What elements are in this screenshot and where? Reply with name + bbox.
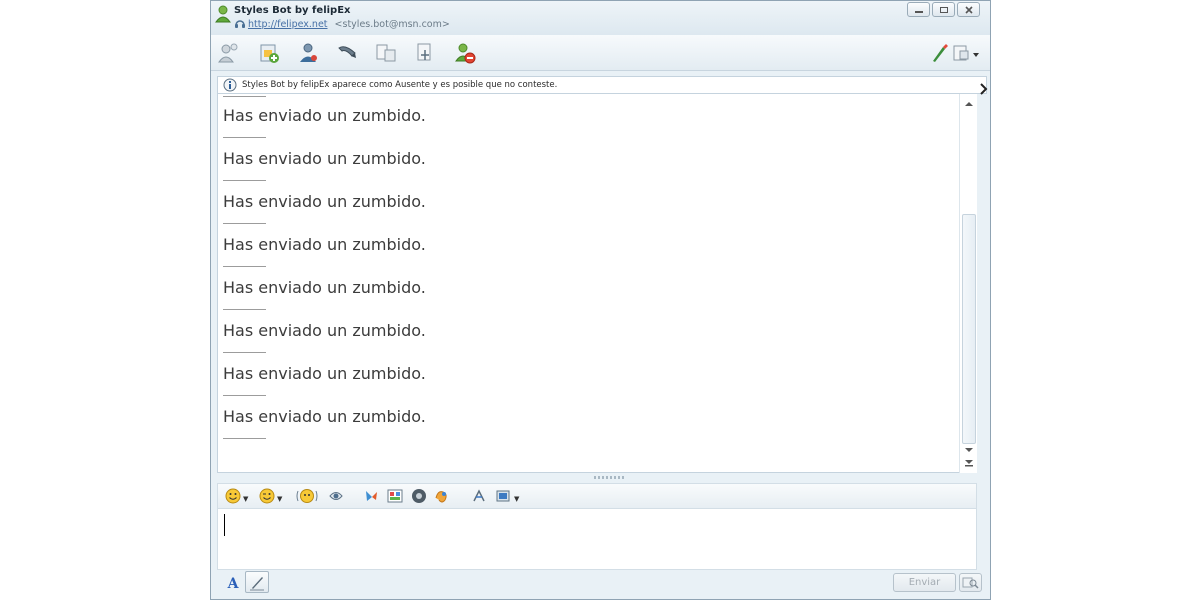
chat-window: Styles Bot by felipEx http://felipex.net… — [210, 0, 991, 600]
message-separator — [223, 137, 266, 138]
expand-sidebar-button[interactable] — [979, 81, 991, 101]
image-icon[interactable] — [496, 488, 512, 504]
message-separator — [223, 180, 266, 181]
maximize-button[interactable] — [932, 2, 955, 17]
contact-subtitle: http://felipex.net <styles.bot@msn.com> — [234, 19, 450, 30]
contact-status-icon — [215, 5, 231, 23]
share-folders-icon[interactable] — [374, 41, 398, 65]
conversation-toolbar — [211, 35, 990, 71]
list-item: Has enviado un zumbido. — [223, 106, 426, 125]
format-toolbar: ▼ ▼ ▼ — [217, 483, 977, 508]
maximize-icon — [939, 6, 948, 13]
game-icon[interactable] — [411, 488, 427, 504]
handwriting-icon[interactable] — [434, 488, 450, 504]
block-icon[interactable] — [453, 41, 477, 65]
infobar-text: Styles Bot by felipEx aparece como Ausen… — [242, 80, 558, 90]
minimize-button[interactable] — [907, 2, 930, 17]
video-call-icon[interactable] — [296, 41, 320, 65]
pen-icon — [250, 577, 264, 591]
gift-icon[interactable] — [363, 488, 379, 504]
handwriting-mode-button[interactable] — [245, 571, 269, 593]
emoticon-dropdown-icon[interactable]: ▼ — [243, 495, 248, 503]
input-bottom-bar: A Enviar — [217, 571, 987, 599]
font-button[interactable]: A — [223, 574, 243, 594]
display-options-icon[interactable] — [951, 41, 981, 65]
font-icon[interactable] — [471, 488, 487, 504]
history-scrollbar[interactable] — [959, 94, 977, 473]
activities-icon[interactable] — [413, 41, 437, 65]
wink-icon[interactable] — [259, 488, 275, 504]
message-separator — [223, 395, 266, 396]
wink-dropdown-icon[interactable]: ▼ — [277, 495, 282, 503]
voice-clip-icon[interactable] — [328, 488, 344, 504]
scroll-end-icon[interactable] — [964, 459, 974, 467]
conversation-history: Has enviado un zumbido. Has enviado un z… — [217, 94, 977, 473]
headset-icon — [235, 20, 245, 28]
list-item: Has enviado un zumbido. — [223, 407, 426, 426]
nudge-icon[interactable] — [296, 488, 318, 504]
search-icon — [962, 577, 979, 589]
list-item: Has enviado un zumbido. — [223, 192, 426, 211]
message-input[interactable] — [217, 508, 977, 570]
message-separator — [223, 352, 266, 353]
info-icon — [223, 78, 237, 92]
message-separator — [223, 266, 266, 267]
close-button[interactable] — [957, 2, 980, 17]
message-separator — [223, 438, 266, 439]
status-infobar: Styles Bot by felipEx aparece como Ausen… — [217, 76, 987, 94]
list-item: Has enviado un zumbido. — [223, 364, 426, 383]
emoticon-icon[interactable] — [225, 488, 241, 504]
window-title: Styles Bot by felipEx — [234, 5, 351, 16]
message-separator — [223, 309, 266, 310]
paint-icon[interactable] — [927, 41, 951, 65]
chevron-right-icon — [980, 83, 988, 95]
call-icon[interactable] — [335, 41, 359, 65]
contact-email: <styles.bot@msn.com> — [334, 19, 450, 30]
list-item: Has enviado un zumbido. — [223, 321, 426, 340]
send-files-icon[interactable] — [257, 41, 281, 65]
list-item: Has enviado un zumbido. — [223, 278, 426, 297]
contact-link[interactable]: http://felipex.net — [248, 19, 328, 30]
message-separator — [223, 96, 266, 97]
scroll-up-icon[interactable] — [964, 100, 974, 108]
background-icon[interactable] — [387, 488, 403, 504]
title-bar: Styles Bot by felipEx http://felipex.net… — [211, 1, 990, 35]
image-dropdown-icon[interactable]: ▼ — [514, 495, 519, 503]
resize-grip[interactable] — [594, 476, 626, 479]
search-button[interactable] — [959, 573, 982, 592]
message-separator — [223, 223, 266, 224]
minimize-icon — [914, 10, 923, 13]
invite-icon[interactable] — [217, 41, 241, 65]
scrollbar-thumb[interactable] — [962, 214, 976, 444]
text-caret — [224, 514, 225, 536]
window-controls — [907, 2, 980, 17]
close-icon — [964, 5, 973, 14]
list-item: Has enviado un zumbido. — [223, 235, 426, 254]
scroll-down-icon[interactable] — [964, 446, 974, 454]
list-item: Has enviado un zumbido. — [223, 149, 426, 168]
send-button[interactable]: Enviar — [893, 573, 956, 592]
